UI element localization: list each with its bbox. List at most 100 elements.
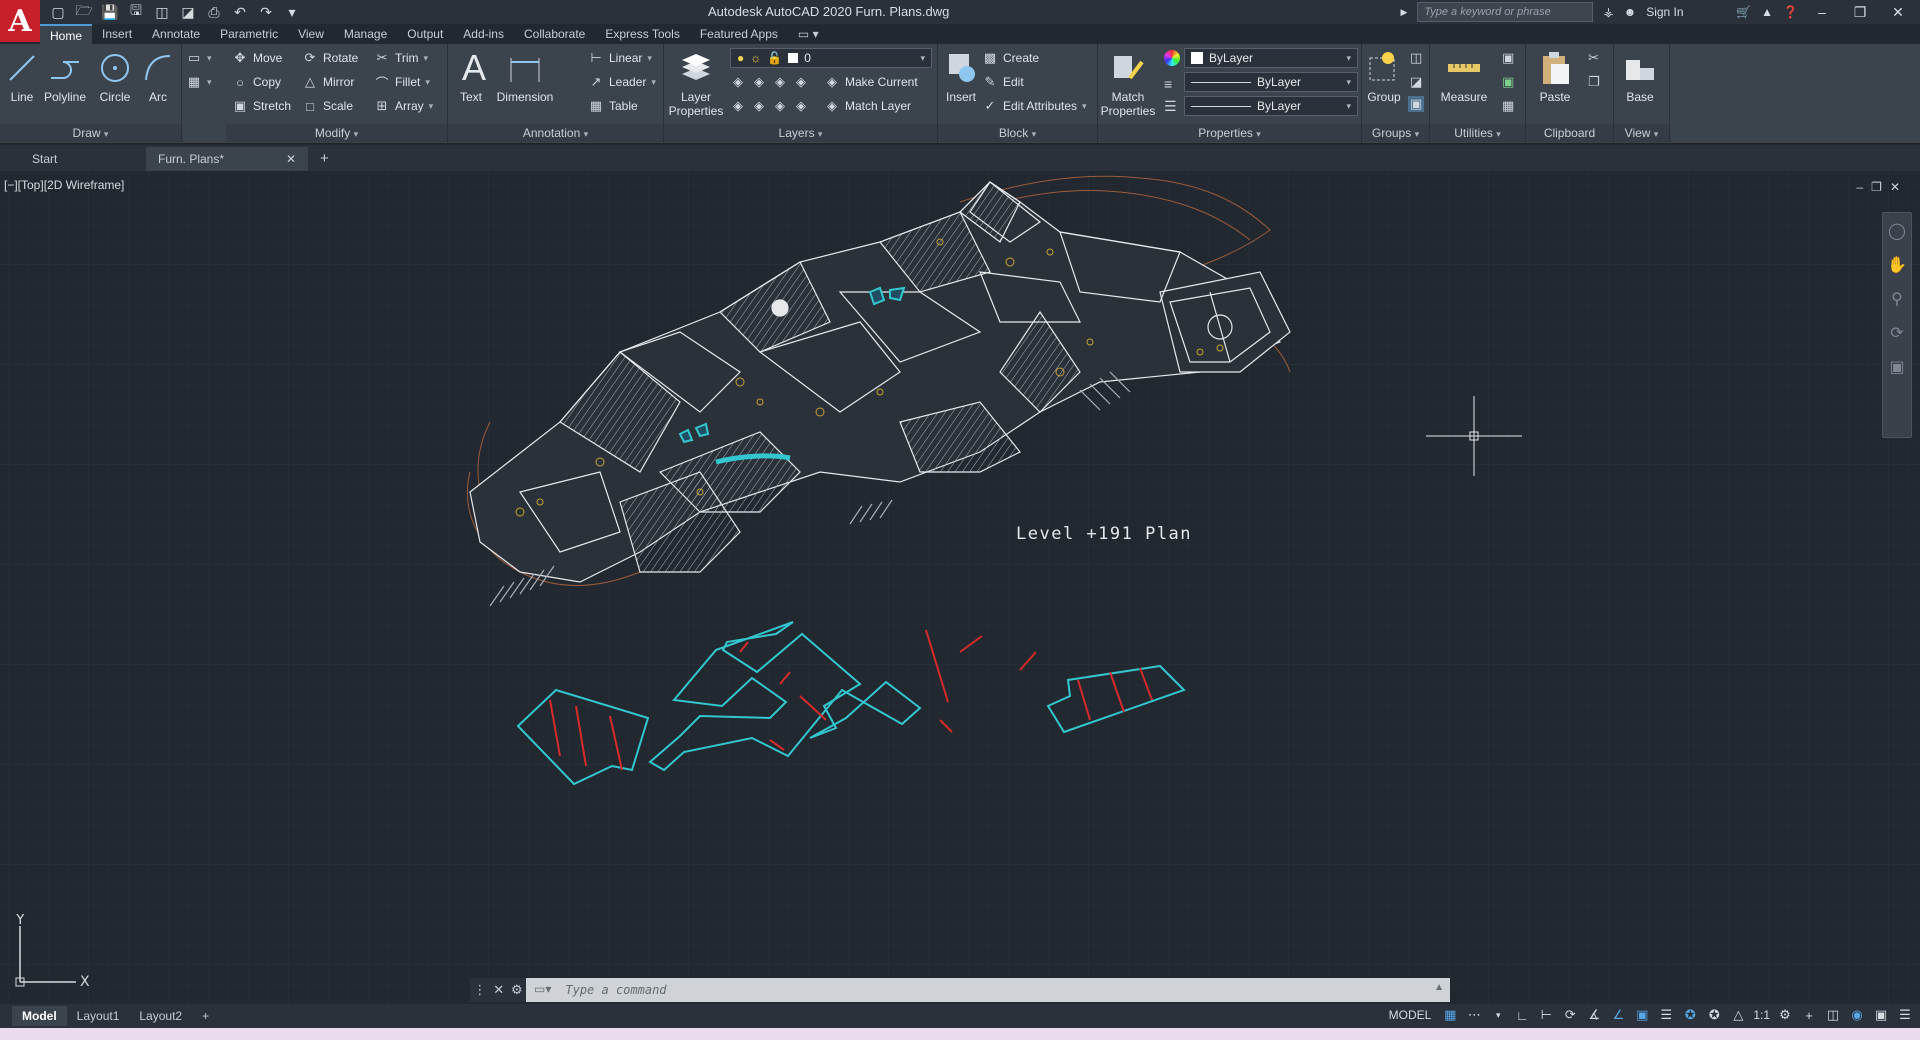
match-properties-button[interactable]: Match Properties xyxy=(1100,48,1156,118)
cut-icon[interactable]: ✂ xyxy=(1588,50,1599,66)
lineweight-dropdown[interactable]: ByLayer ▾ xyxy=(1184,96,1358,116)
rectangle-button[interactable]: ▭ ▾ xyxy=(186,48,212,68)
sign-in-link[interactable]: Sign In xyxy=(1646,5,1726,19)
close-window-button[interactable]: ✕ xyxy=(1884,4,1912,21)
help-icon[interactable]: ❓ xyxy=(1783,5,1798,19)
tab-parametric[interactable]: Parametric xyxy=(210,24,288,44)
view-panel-title[interactable]: View ▾ xyxy=(1614,124,1669,142)
circle-button[interactable]: Circle xyxy=(90,48,140,104)
modify-panel-title[interactable]: Modify ▾ xyxy=(226,124,447,142)
paste-button[interactable]: Paste xyxy=(1530,48,1580,104)
search-input[interactable]: Type a keyword or phrase xyxy=(1417,2,1594,22)
steering-wheel-icon[interactable]: ◯ xyxy=(1883,221,1911,241)
tab-furn-plans[interactable]: Furn. Plans* ✕ xyxy=(146,147,308,171)
drawing-viewport[interactable]: [−][Top][2D Wireframe] – ❐ ✕ ◯ ✋ ⚲ ⟳ ▣ L… xyxy=(0,172,1920,1004)
linetype-dropdown[interactable]: ByLayer ▾ xyxy=(1184,72,1358,92)
select-all-icon[interactable]: ▣ xyxy=(1502,74,1514,90)
tab-add-ins[interactable]: Add-ins xyxy=(453,24,514,44)
layer-tools-row-1[interactable]: ◈ ◈ ◈ ◈ xyxy=(730,72,809,92)
linear-dimension-button[interactable]: ⊢ Linear ▾ xyxy=(588,48,652,68)
tab-home[interactable]: Home xyxy=(40,24,93,44)
move-button[interactable]: ✥ Move xyxy=(232,48,283,68)
cart-icon[interactable]: 🛒 xyxy=(1736,5,1751,19)
workspace-gear-icon[interactable]: ⚙ xyxy=(1776,1006,1794,1024)
annotation-panel-title[interactable]: Annotation ▾ xyxy=(448,124,663,142)
tab-layout1[interactable]: Layout1 xyxy=(67,1006,130,1026)
groups-panel-title[interactable]: Groups ▾ xyxy=(1362,124,1429,142)
color-wheel-icon[interactable] xyxy=(1164,50,1180,66)
linetype-icon[interactable]: ≡ xyxy=(1164,76,1172,92)
polyline-button[interactable]: Polyline xyxy=(40,48,90,104)
snap-dropdown-icon[interactable]: ▾ xyxy=(1489,1006,1507,1024)
pan-hand-icon[interactable]: ✋ xyxy=(1883,255,1911,275)
navigation-bar[interactable]: ◯ ✋ ⚲ ⟳ ▣ xyxy=(1882,212,1912,438)
viewport-minimize-icon[interactable]: – xyxy=(1856,180,1863,194)
grid-icon[interactable]: ▦ xyxy=(1441,1006,1459,1024)
group-selection-icon[interactable]: ▣ xyxy=(1408,96,1425,112)
command-grip-icon[interactable]: ⋮ xyxy=(473,982,486,998)
color-dropdown[interactable]: ByLayer ▾ xyxy=(1184,48,1358,68)
object-snap-icon[interactable]: ▣ xyxy=(1633,1006,1651,1024)
trim-button[interactable]: ✂ Trim ▾ xyxy=(374,48,429,68)
snap-icon[interactable]: ⋯ xyxy=(1465,1006,1483,1024)
open-folder-icon[interactable]: 🗁 xyxy=(74,2,94,22)
add-layout-button[interactable]: + xyxy=(192,1006,219,1026)
command-input[interactable]: Type a command xyxy=(555,978,1429,1002)
tab-express-tools[interactable]: Express Tools xyxy=(595,24,689,44)
open-web-icon[interactable]: ◫ xyxy=(152,2,172,22)
stretch-button[interactable]: ▣ Stretch xyxy=(232,96,291,116)
tab-output[interactable]: Output xyxy=(397,24,453,44)
a360-icon[interactable]: ▲ xyxy=(1761,5,1773,19)
table-button[interactable]: ▦ Table xyxy=(588,96,638,116)
polar-tracking-icon[interactable]: ⟳ xyxy=(1561,1006,1579,1024)
new-file-icon[interactable]: ▢ xyxy=(48,2,68,22)
autocad-logo-button[interactable]: A xyxy=(0,0,40,42)
group-edit-icon[interactable]: ◪ xyxy=(1410,74,1422,90)
annotation-monitor-icon[interactable]: + xyxy=(1800,1006,1818,1024)
edit-block-button[interactable]: ✎ Edit xyxy=(982,72,1024,92)
ortho-icon[interactable]: ⊢ xyxy=(1537,1006,1555,1024)
orbit-icon[interactable]: ⟳ xyxy=(1883,323,1911,343)
tab-collaborate[interactable]: Collaborate xyxy=(514,24,595,44)
lineweight-icon[interactable]: ☰ xyxy=(1164,98,1177,115)
object-snap-tracking-icon[interactable]: ∠ xyxy=(1609,1006,1627,1024)
annotation-visibility-icon[interactable]: ✪ xyxy=(1681,1006,1699,1024)
clipboard-panel-title[interactable]: Clipboard xyxy=(1526,124,1613,142)
properties-panel-title[interactable]: Properties ▾ xyxy=(1098,124,1361,142)
search-expand-icon[interactable]: ▶ xyxy=(1400,7,1407,18)
tab-model[interactable]: Model xyxy=(12,1006,67,1026)
dimension-button[interactable]: Dimension xyxy=(494,48,556,104)
showmotion-icon[interactable]: ▣ xyxy=(1883,357,1911,377)
fillet-button[interactable]: ⌒ Fillet ▾ xyxy=(374,72,429,92)
viewport-controls-label[interactable]: [−][Top][2D Wireframe] xyxy=(4,178,124,192)
copy-clip-icon[interactable]: ❐ xyxy=(1588,74,1600,90)
command-history-icon[interactable]: ▭▾ xyxy=(526,978,556,1002)
viewport-close-icon[interactable]: ✕ xyxy=(1890,180,1900,194)
tab-featured-apps[interactable]: Featured Apps xyxy=(690,24,788,44)
layer-tools-row-2[interactable]: ◈ ◈ ◈ ◈ xyxy=(730,96,809,116)
tab-manage[interactable]: Manage xyxy=(334,24,397,44)
viewport-restore-icon[interactable]: ❐ xyxy=(1871,180,1882,194)
ungroup-icon[interactable]: ◫ xyxy=(1410,50,1422,66)
scale-button[interactable]: □ Scale xyxy=(302,96,353,116)
annotation-scale-icon[interactable]: △ xyxy=(1729,1006,1747,1024)
layer-dropdown[interactable]: ● ☼ 🔓 0 ▾ xyxy=(730,48,932,68)
infer-constraints-icon[interactable]: ∟ xyxy=(1513,1006,1531,1024)
command-customize-icon[interactable]: ⚙ xyxy=(511,982,523,998)
leader-button[interactable]: ↗ Leader ▾ xyxy=(588,72,656,92)
customization-menu-icon[interactable]: ☰ xyxy=(1896,1006,1914,1024)
base-view-button[interactable]: Base xyxy=(1614,48,1666,104)
isodraft-icon[interactable]: ∡ xyxy=(1585,1006,1603,1024)
command-close-icon[interactable]: ✕ xyxy=(493,982,504,998)
clean-screen-icon[interactable]: ▣ xyxy=(1872,1006,1890,1024)
make-current-button[interactable]: ◈ Make Current xyxy=(824,72,918,92)
match-layer-button[interactable]: ◈ Match Layer xyxy=(824,96,911,116)
save-icon[interactable]: 💾 xyxy=(100,2,120,22)
utilities-panel-title[interactable]: Utilities ▾ xyxy=(1430,124,1525,142)
tab-layout2[interactable]: Layout2 xyxy=(129,1006,192,1026)
layers-panel-title[interactable]: Layers ▾ xyxy=(664,124,937,142)
command-expand-icon[interactable]: ▲ xyxy=(1428,978,1450,1002)
hatch-button[interactable]: ▦ ▾ xyxy=(186,72,212,92)
calculator-icon[interactable]: ▦ xyxy=(1502,98,1514,114)
zoom-icon[interactable]: ⚲ xyxy=(1883,289,1911,309)
